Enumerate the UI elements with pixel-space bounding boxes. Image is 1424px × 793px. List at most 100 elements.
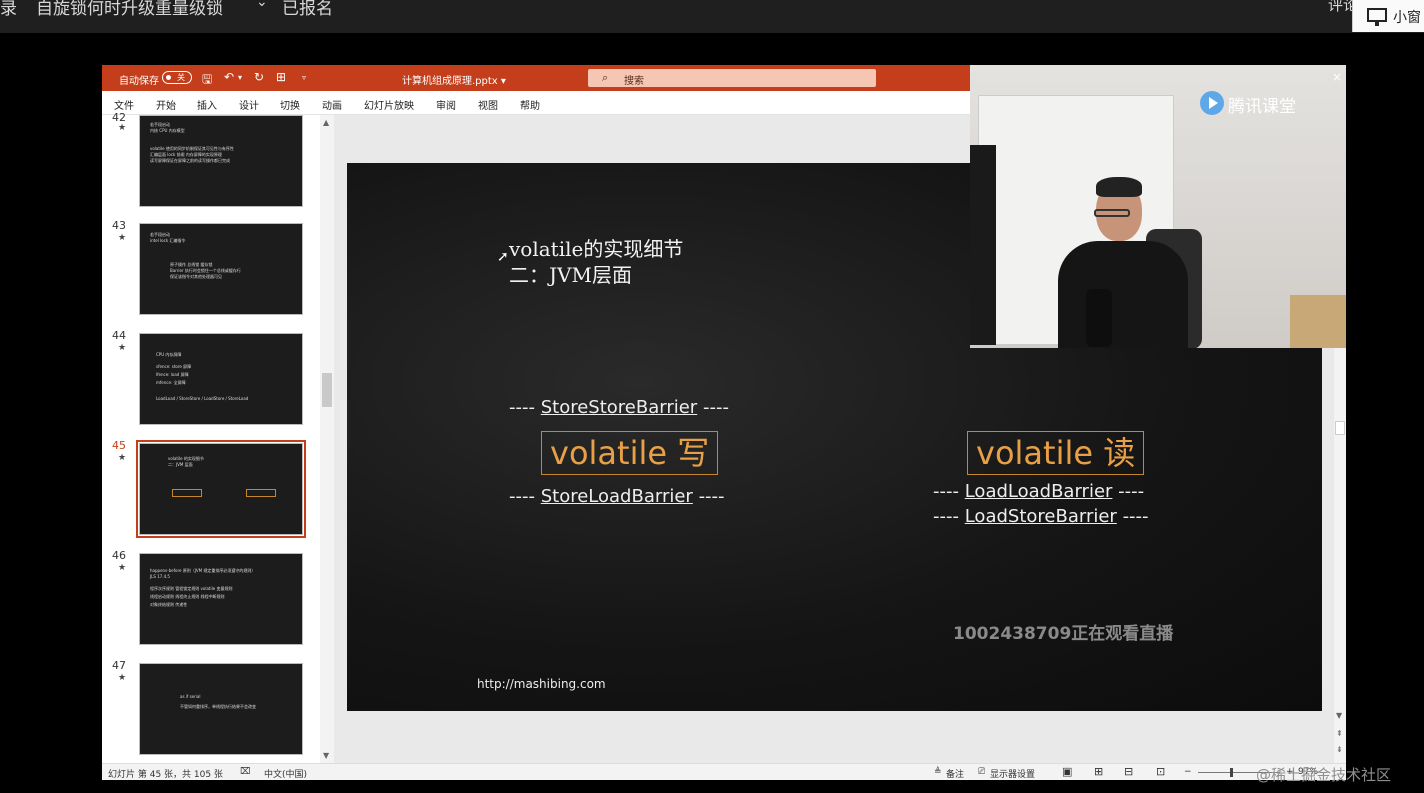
dashes: ---- xyxy=(698,486,725,507)
slide-thumbnail-43[interactable]: 若手段启动 intel lock 汇编指令 原子操作 总线锁 缓存锁 Barri… xyxy=(139,223,303,315)
dashes: ---- xyxy=(933,481,959,502)
notes-icon[interactable]: ≜ xyxy=(934,767,942,777)
mouse-cursor-icon: ➚ xyxy=(497,249,509,265)
tab-help[interactable]: 帮助 xyxy=(520,97,540,112)
thumb-line: 读写屏障保证在屏障之前的读写操作都已完成 xyxy=(150,158,230,163)
thumb-line: lfence: load 屏障 xyxy=(156,372,189,377)
tab-animations[interactable]: 动画 xyxy=(322,97,342,112)
search-input[interactable]: ⌕ 搜索 xyxy=(588,69,876,87)
zoom-slider-handle[interactable] xyxy=(1230,768,1233,777)
thumb-line: JLS 17.4.5 xyxy=(150,574,170,579)
slide-counter: 幻灯片 第 45 张，共 105 张 xyxy=(108,770,223,780)
tab-insert[interactable]: 插入 xyxy=(197,97,217,112)
thumb-line: CPU 内存屏障 xyxy=(156,352,182,357)
thumb-number: 43 xyxy=(112,219,126,232)
slideshow-icon[interactable]: ⊡ xyxy=(1156,765,1165,778)
tab-transitions[interactable]: 切换 xyxy=(280,97,300,112)
slide-thumbnail-44[interactable]: CPU 内存屏障 sfence: store 屏障 lfence: load 屏… xyxy=(139,333,303,425)
thumb-volatile-read-box xyxy=(246,489,276,497)
status-bar: 幻灯片 第 45 张，共 105 张 ⌧ 中文(中国) ≜ 备注 ⎚ 显示器设置… xyxy=(102,763,1346,780)
glasses xyxy=(1094,209,1130,217)
thumb-line: 程序次序规则 管程锁定规则 volatile 变量规则 xyxy=(150,586,233,591)
dashes: ---- xyxy=(509,397,535,418)
dashes: ---- xyxy=(509,486,535,507)
course-label: 录 xyxy=(0,0,17,19)
thumb-line: mfence: 全屏障 xyxy=(156,380,186,385)
slide-sorter-icon[interactable]: ⊞ xyxy=(1094,765,1103,778)
load-load-barrier-line: ---- LoadLoadBarrier ---- xyxy=(933,481,1144,502)
scroll-down-icon[interactable]: ▼ xyxy=(1336,711,1342,720)
animation-star-icon: ★ xyxy=(118,453,127,463)
watermark: @稀土掘金技术社区 xyxy=(1256,766,1392,784)
slide-thumbnail-47[interactable]: as if serial 不管如何重排序，单线程执行结果不会改变 xyxy=(139,663,303,755)
load-store-barrier-line: ---- LoadStoreBarrier ---- xyxy=(933,506,1149,527)
mini-window-button[interactable]: 小窗 xyxy=(1352,0,1424,32)
tab-file[interactable]: 文件 xyxy=(114,97,134,112)
slide-thumbnail-46[interactable]: happens-before 原则（JVM 规定重排序必须遵守的规则） JLS … xyxy=(139,553,303,645)
tab-design[interactable]: 设计 xyxy=(239,97,259,112)
language-indicator[interactable]: 中文(中国) xyxy=(264,767,307,780)
thumb-number: 47 xyxy=(112,659,126,672)
thumb-line: 若手段启动 xyxy=(150,232,170,237)
monitor-icon xyxy=(1367,8,1387,26)
slide-thumbnail-45[interactable]: volatile 的实现细节 二：JVM 层面 xyxy=(136,440,306,538)
store-load-barrier-line: ---- StoreLoadBarrier ---- xyxy=(509,486,725,507)
save-icon[interactable]: 🖫 xyxy=(202,70,212,91)
display-settings-icon[interactable]: ⎚ xyxy=(978,767,985,777)
search-icon: ⌕ xyxy=(602,71,609,84)
notes-button[interactable]: 备注 xyxy=(946,767,964,780)
scrollbar-thumb[interactable] xyxy=(1335,421,1345,435)
animation-star-icon: ★ xyxy=(118,343,127,353)
enrolled-status: 已报名 xyxy=(282,0,333,19)
zoom-out-icon[interactable]: − xyxy=(1184,767,1192,777)
live-viewer-overlay: 1002438709正在观看直播 xyxy=(953,624,1174,644)
redo-icon[interactable]: ↻ xyxy=(254,70,264,84)
dashes: ---- xyxy=(702,397,729,418)
display-settings-button[interactable]: 显示器设置 xyxy=(990,767,1035,780)
store-store-barrier: StoreStoreBarrier xyxy=(540,397,698,418)
next-slide-icon[interactable]: ⇟ xyxy=(1336,745,1343,754)
undo-dropdown-icon[interactable]: ▾ xyxy=(238,73,242,82)
file-name[interactable]: 计算机组成原理.pptx ▾ xyxy=(402,72,506,87)
tab-review[interactable]: 审阅 xyxy=(436,97,456,112)
animation-star-icon: ★ xyxy=(118,123,127,133)
thumb-line: 对象终结规则 传递性 xyxy=(150,602,188,607)
undo-icon[interactable]: ↶ xyxy=(224,70,234,84)
previous-slide-icon[interactable]: ⇞ xyxy=(1336,729,1343,738)
thumb-line: intel lock 汇编指令 xyxy=(150,238,186,243)
microphone xyxy=(1086,289,1112,347)
thumb-line: 二：JVM 层面 xyxy=(168,462,193,467)
thumb-line: happens-before 原则（JVM 规定重排序必须遵守的规则） xyxy=(150,568,256,573)
chevron-down-icon[interactable]: ⌄ xyxy=(256,0,268,10)
thumb-line: sfence: store 屏障 xyxy=(156,364,192,369)
scroll-up-icon[interactable]: ▲ xyxy=(323,118,329,127)
lesson-title: 自旋锁何时升级重量级锁 xyxy=(36,0,223,19)
thumb-line: volatile 使用的同步机制保证其可见性与有序性 xyxy=(150,146,234,151)
customize-toolbar-icon[interactable]: ▿ xyxy=(302,73,306,82)
presenter-hair xyxy=(1096,177,1142,197)
tab-view[interactable]: 视图 xyxy=(478,97,498,112)
thumb-number: 45 xyxy=(112,439,126,452)
monitor xyxy=(970,145,996,345)
slide-title-line1: volatile的实现细节 xyxy=(509,237,684,261)
tab-home[interactable]: 开始 xyxy=(156,97,176,112)
thumb-line: 保证该指令对其他处理器可见 xyxy=(170,274,222,279)
accessibility-icon[interactable]: ⌧ xyxy=(240,767,250,777)
scroll-down-icon[interactable]: ▼ xyxy=(323,751,329,760)
animation-star-icon: ★ xyxy=(118,673,127,683)
close-icon[interactable]: × xyxy=(1332,70,1342,84)
scrollbar-thumb[interactable] xyxy=(322,373,332,407)
thumb-line: 汇编层面 lock 前缀 内存屏障的实现原理 xyxy=(150,152,222,157)
tab-slideshow[interactable]: 幻灯片放映 xyxy=(364,97,414,112)
thumb-line: Barrier 执行时会锁住一个总线或缓存行 xyxy=(170,268,241,273)
slide-thumbnail-42[interactable]: 若手段启动 内核 CPU 内存模型 volatile 使用的同步机制保证其可见性… xyxy=(139,115,303,207)
animation-star-icon: ★ xyxy=(118,233,127,243)
autosave-toggle[interactable]: 关 xyxy=(162,71,192,84)
reading-view-icon[interactable]: ⊟ xyxy=(1124,765,1133,778)
normal-view-icon[interactable]: ▣ xyxy=(1062,765,1072,778)
webcam-overlay[interactable]: 腾讯课堂 × xyxy=(970,65,1346,348)
present-icon[interactable]: ⊞ xyxy=(276,70,286,84)
thumbnail-scrollbar[interactable]: ▲ ▼ xyxy=(320,115,334,763)
thumb-line: 内核 CPU 内存模型 xyxy=(150,128,185,133)
desk xyxy=(1290,295,1346,348)
